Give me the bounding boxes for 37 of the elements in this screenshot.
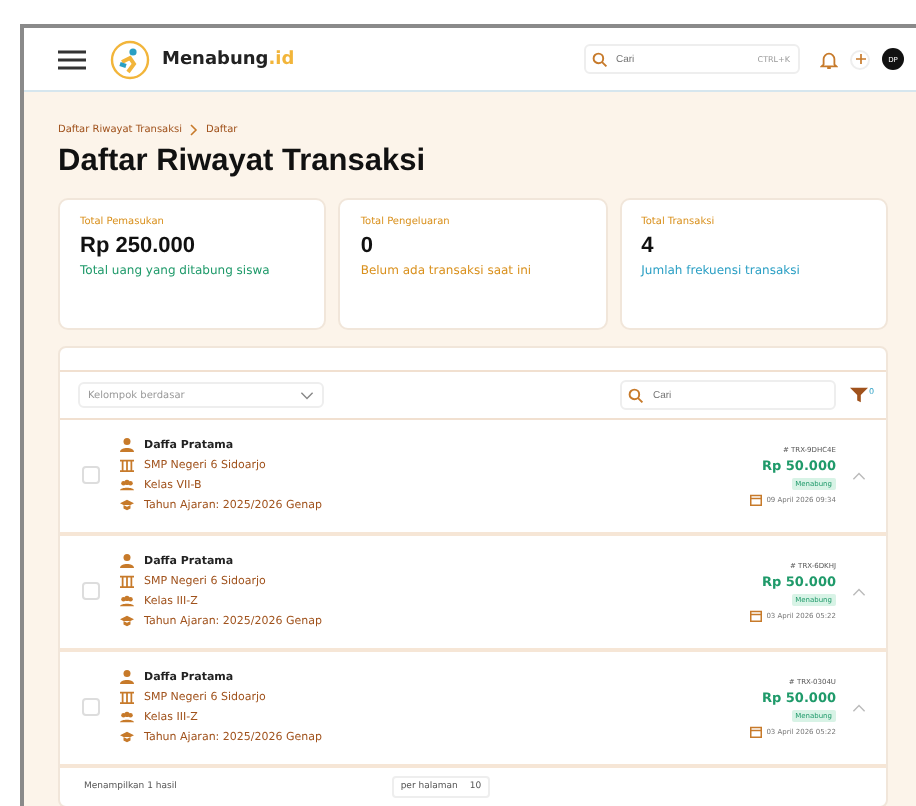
building-icon [120,690,134,704]
filter-icon[interactable] [850,386,869,404]
chevron-up-icon[interactable] [852,471,866,479]
brand-suffix: .id [268,49,295,69]
row-checkbox[interactable] [82,698,100,716]
group-icon [120,594,134,608]
calendar-icon [750,725,763,737]
page-title: Daftar Riwayat Transaksi [58,144,428,180]
brand-name: Menabung [162,49,269,69]
graduation-cap-icon [120,614,134,628]
stat-value: 0 [360,234,373,258]
row-checkbox[interactable] [82,466,100,484]
group-icon [120,478,134,492]
calendar-icon [750,609,763,621]
building-icon [120,574,134,588]
chevron-up-icon[interactable] [852,703,866,711]
row-checkbox[interactable] [82,582,100,600]
chevron-down-icon [300,391,314,399]
person-icon [120,670,134,684]
group-icon [120,710,134,724]
search-icon [628,387,645,403]
stat-value: Rp 250.000 [80,234,195,258]
chevron-right-icon [190,124,199,136]
logo-icon [110,39,150,79]
graduation-cap-icon [120,730,134,744]
building-icon [120,458,134,472]
plus-icon [855,54,865,64]
graduation-cap-icon [120,498,134,512]
add-button[interactable] [850,49,870,69]
person-icon [120,554,134,568]
stat-value: 4 [641,234,654,258]
calendar-icon [750,493,763,505]
search-icon [592,51,608,67]
bell-icon[interactable] [820,49,838,69]
person-icon [120,438,134,452]
chevron-up-icon[interactable] [852,587,866,595]
menu-icon[interactable] [58,49,86,69]
